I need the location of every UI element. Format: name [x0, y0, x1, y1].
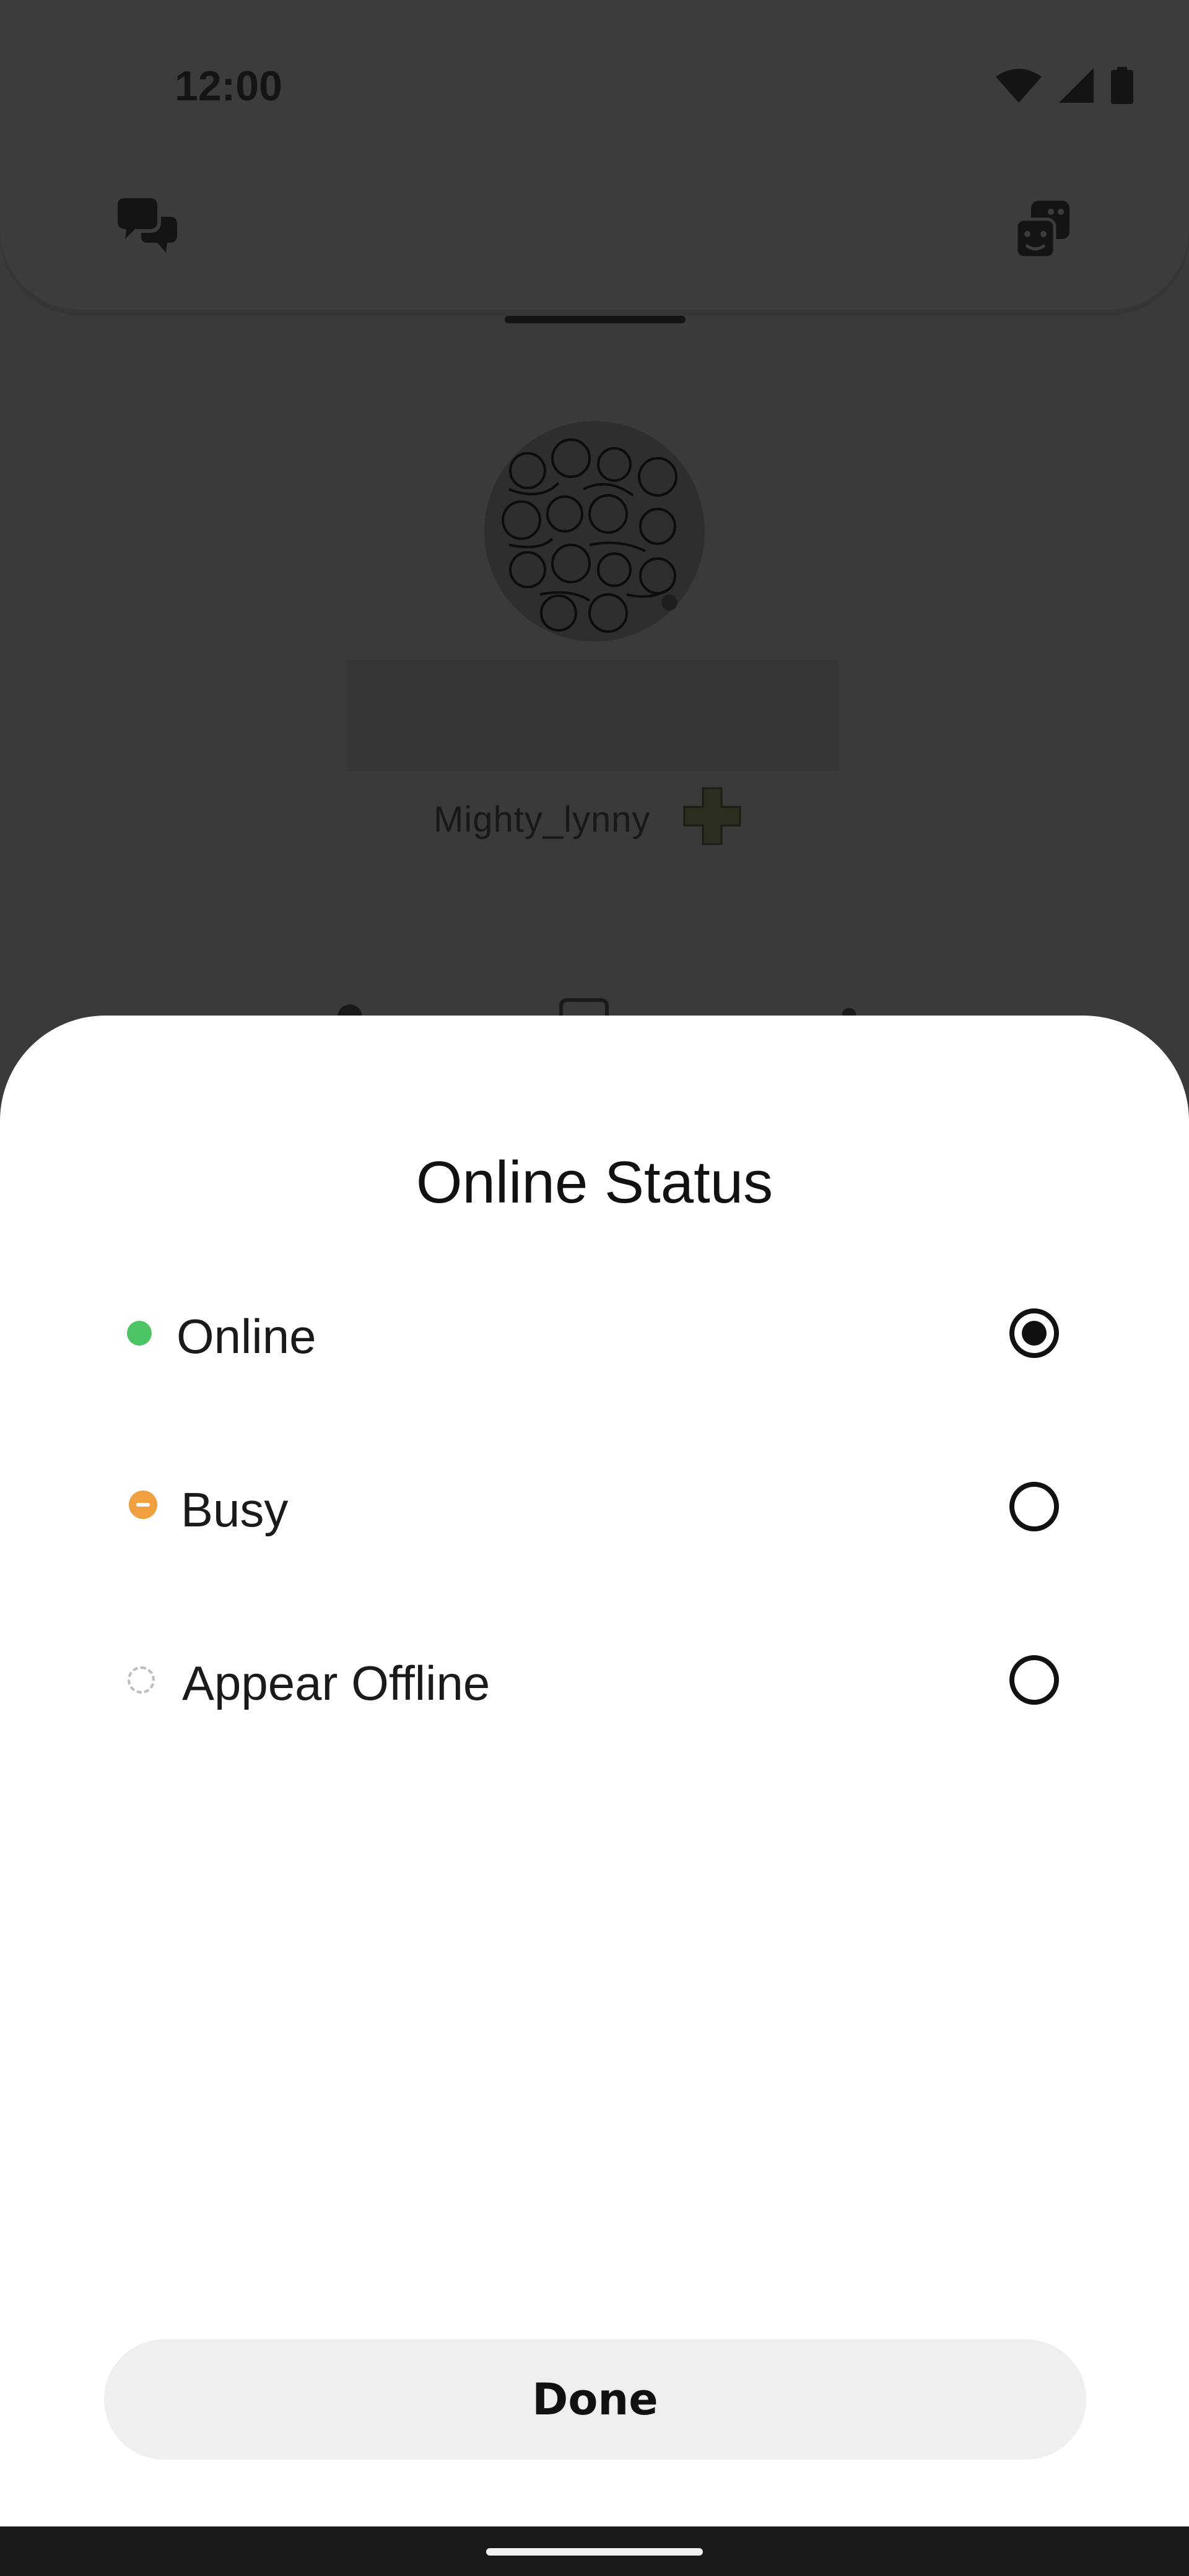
- online-status-sheet: [0, 1016, 1189, 2526]
- status-icons: [996, 67, 1133, 104]
- home-gesture-handle[interactable]: [486, 2548, 703, 2556]
- offline-status-icon: [128, 1666, 155, 1694]
- busy-status-icon: [129, 1490, 157, 1519]
- radio-busy[interactable]: [1009, 1482, 1059, 1531]
- avatar-status-dot: [661, 594, 677, 611]
- online-status-icon: [127, 1321, 152, 1346]
- sheet-title: Online Status: [416, 1149, 773, 1216]
- chat-bubbles-icon[interactable]: [111, 198, 180, 254]
- status-option-busy[interactable]: Busy: [0, 1446, 1189, 1570]
- status-option-online[interactable]: Online: [0, 1273, 1189, 1396]
- status-time: 12:00: [175, 63, 282, 110]
- done-button[interactable]: Done: [104, 2339, 1086, 2460]
- signal-icon: [1059, 68, 1094, 103]
- dice-icon[interactable]: [1013, 198, 1074, 260]
- status-bar: 12:00: [0, 0, 1189, 161]
- drag-handle[interactable]: [505, 316, 686, 323]
- username: Mighty_lynny: [433, 799, 651, 840]
- status-option-label: Appear Offline: [182, 1656, 490, 1710]
- status-option-label: Online: [176, 1309, 316, 1364]
- status-option-label: Busy: [181, 1482, 289, 1537]
- radio-online[interactable]: [1009, 1308, 1059, 1358]
- profile-banner: [347, 659, 839, 771]
- wifi-icon: [996, 69, 1042, 103]
- radio-appear-offline[interactable]: [1009, 1655, 1059, 1705]
- dpad-badge-icon: [683, 787, 741, 845]
- status-option-appear-offline[interactable]: Appear Offline: [0, 1619, 1189, 1743]
- battery-icon: [1111, 67, 1133, 104]
- background-tabs: [0, 991, 1189, 1018]
